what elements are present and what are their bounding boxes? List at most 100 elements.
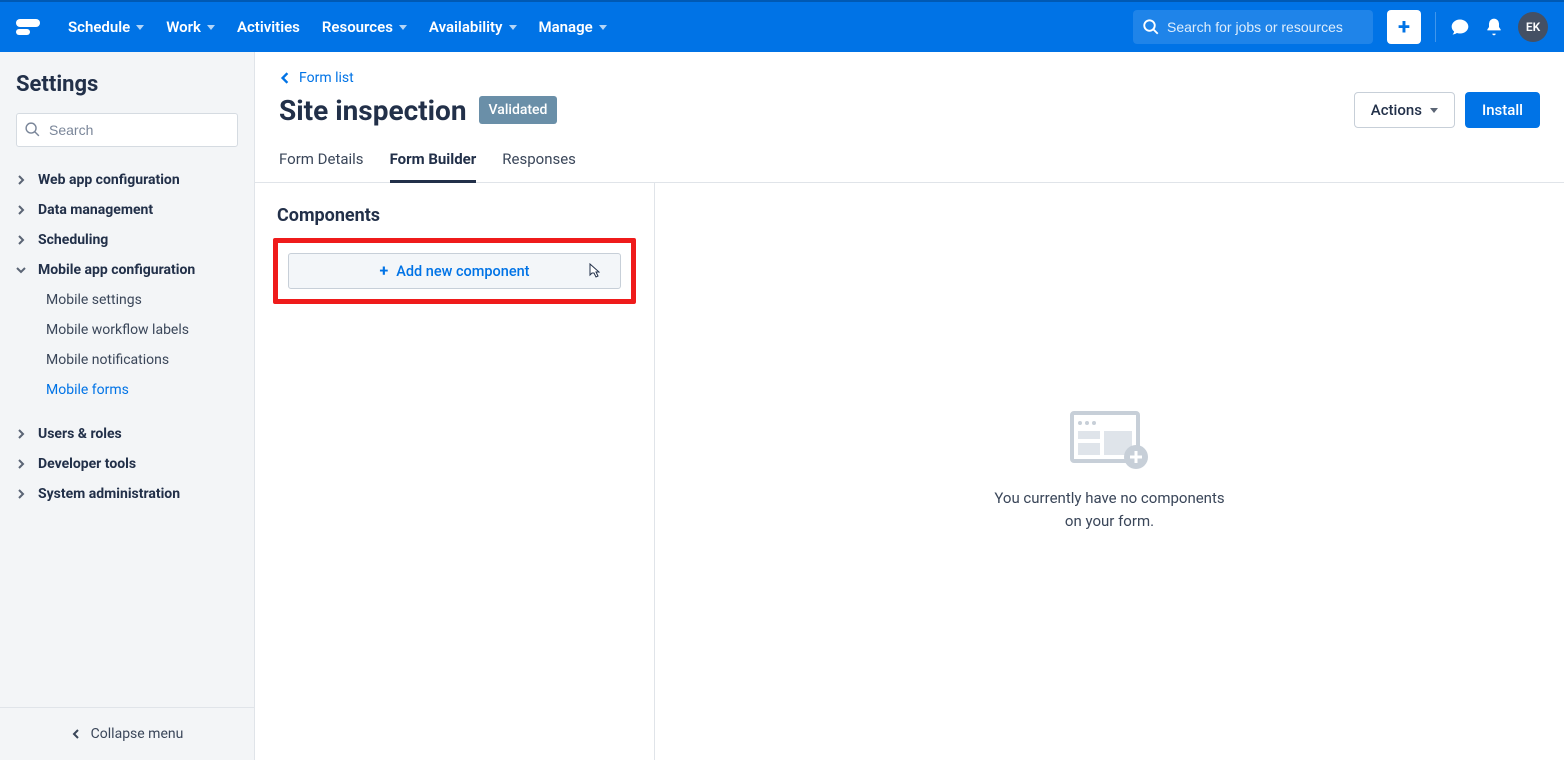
chevron-down-icon <box>16 265 28 275</box>
app-logo[interactable] <box>16 19 44 35</box>
empty-state-text: You currently have no components on your… <box>990 487 1230 532</box>
tab-form-details[interactable]: Form Details <box>279 150 364 182</box>
sidebar-item-label: Mobile workflow labels <box>46 322 189 338</box>
global-search <box>1133 10 1373 44</box>
tab-form-builder[interactable]: Form Builder <box>390 150 477 183</box>
nav-manage[interactable]: Manage <box>539 18 607 36</box>
sidebar-item-label: Mobile notifications <box>46 352 169 368</box>
global-search-input[interactable] <box>1133 10 1373 44</box>
page-title: Site inspection <box>279 94 467 127</box>
install-label: Install <box>1482 101 1523 119</box>
quick-add-button[interactable]: + <box>1387 10 1421 44</box>
sidebar-top: Settings <box>0 52 254 157</box>
add-component-label: Add new component <box>396 263 529 280</box>
collapse-menu-button[interactable]: Collapse menu <box>0 707 254 760</box>
title-bar: Site inspection Validated Actions Instal… <box>279 92 1540 128</box>
sidebar-item-label: Users & roles <box>38 426 122 442</box>
empty-components-icon <box>1070 411 1150 469</box>
form-builder: Components + Add new component <box>255 183 1564 760</box>
nav-label: Resources <box>322 18 393 36</box>
tab-responses[interactable]: Responses <box>502 150 576 182</box>
main: Settings Web app configuration Data mana… <box>0 52 1564 760</box>
top-nav-right: + EK <box>1133 10 1548 44</box>
tab-label: Form Details <box>279 150 364 168</box>
actions-button[interactable]: Actions <box>1354 92 1455 128</box>
chevron-down-icon <box>399 25 407 30</box>
sidebar-search <box>16 113 238 147</box>
sidebar-search-input[interactable] <box>16 113 238 147</box>
chevron-down-icon <box>136 25 144 30</box>
chevron-right-icon <box>16 489 28 499</box>
title-actions: Actions Install <box>1354 92 1540 128</box>
chevron-down-icon <box>509 25 517 30</box>
sidebar-item-label: Web app configuration <box>38 172 180 188</box>
nav-availability[interactable]: Availability <box>429 18 517 36</box>
chevron-right-icon <box>16 235 28 245</box>
plus-icon: + <box>379 263 388 279</box>
chat-icon[interactable] <box>1450 17 1470 37</box>
chevron-left-icon <box>279 72 291 84</box>
sidebar-item-label: Developer tools <box>38 456 136 472</box>
sidebar-item-label: System administration <box>38 486 180 502</box>
bell-icon[interactable] <box>1484 17 1504 37</box>
cursor-pointer-icon <box>586 263 600 281</box>
nav-label: Work <box>166 18 201 36</box>
chevron-right-icon <box>16 205 28 215</box>
sidebar-item-mobile-settings[interactable]: Mobile settings <box>8 285 246 315</box>
content: Form list Site inspection Validated Acti… <box>255 52 1564 760</box>
chevron-down-icon <box>1430 108 1438 113</box>
sidebar-item-mobile-notifications[interactable]: Mobile notifications <box>8 345 246 375</box>
sidebar-item-web-app[interactable]: Web app configuration <box>8 165 246 195</box>
settings-sidebar: Settings Web app configuration Data mana… <box>0 52 255 760</box>
sidebar-item-mobile-forms[interactable]: Mobile forms <box>8 375 246 405</box>
nav-items: Schedule Work Activities Resources Avail… <box>68 18 607 36</box>
chevron-right-icon <box>16 459 28 469</box>
chevron-right-icon <box>16 429 28 439</box>
sidebar-item-mobile-workflow-labels[interactable]: Mobile workflow labels <box>8 315 246 345</box>
nav-label: Manage <box>539 18 593 36</box>
breadcrumb[interactable]: Form list <box>279 70 1540 86</box>
chevron-down-icon <box>207 25 215 30</box>
sidebar-item-data-management[interactable]: Data management <box>8 195 246 225</box>
sidebar-title: Settings <box>16 72 238 97</box>
sidebar-item-label: Mobile settings <box>46 292 142 308</box>
sidebar-item-label: Mobile app configuration <box>38 262 195 278</box>
sidebar-item-scheduling[interactable]: Scheduling <box>8 225 246 255</box>
divider <box>1435 12 1436 42</box>
sidebar-item-developer-tools[interactable]: Developer tools <box>8 449 246 479</box>
sidebar-item-label: Data management <box>38 202 153 218</box>
components-heading: Components <box>277 205 636 226</box>
chevron-left-icon <box>71 729 81 739</box>
chevron-down-icon <box>599 25 607 30</box>
nav-resources[interactable]: Resources <box>322 18 407 36</box>
preview-pane: You currently have no components on your… <box>655 183 1564 760</box>
avatar[interactable]: EK <box>1518 12 1548 42</box>
install-button[interactable]: Install <box>1465 92 1540 128</box>
collapse-menu-label: Collapse menu <box>91 726 184 742</box>
top-nav: Schedule Work Activities Resources Avail… <box>0 0 1564 52</box>
sidebar-item-label: Mobile forms <box>46 382 129 398</box>
components-pane: Components + Add new component <box>255 183 655 760</box>
add-component-button[interactable]: + Add new component <box>288 253 621 289</box>
nav-schedule[interactable]: Schedule <box>68 18 144 36</box>
sidebar-item-system-administration[interactable]: System administration <box>8 479 246 509</box>
tabs: Form Details Form Builder Responses <box>255 128 1564 183</box>
sidebar-item-mobile-app[interactable]: Mobile app configuration <box>8 255 246 285</box>
status-badge: Validated <box>479 96 558 124</box>
search-icon <box>1142 18 1160 36</box>
nav-activities[interactable]: Activities <box>237 18 300 36</box>
highlight-annotation: + Add new component <box>273 238 636 304</box>
tab-label: Responses <box>502 150 576 168</box>
nav-label: Availability <box>429 18 503 36</box>
chevron-right-icon <box>16 175 28 185</box>
sidebar-item-label: Scheduling <box>38 232 108 248</box>
nav-label: Schedule <box>68 18 130 36</box>
page-head: Form list Site inspection Validated Acti… <box>255 52 1564 128</box>
actions-label: Actions <box>1371 101 1422 119</box>
sidebar-nav: Web app configuration Data management Sc… <box>0 157 254 707</box>
nav-label: Activities <box>237 18 300 36</box>
plus-icon: + <box>1398 15 1410 40</box>
search-icon <box>24 121 41 138</box>
nav-work[interactable]: Work <box>166 18 215 36</box>
sidebar-item-users-roles[interactable]: Users & roles <box>8 419 246 449</box>
